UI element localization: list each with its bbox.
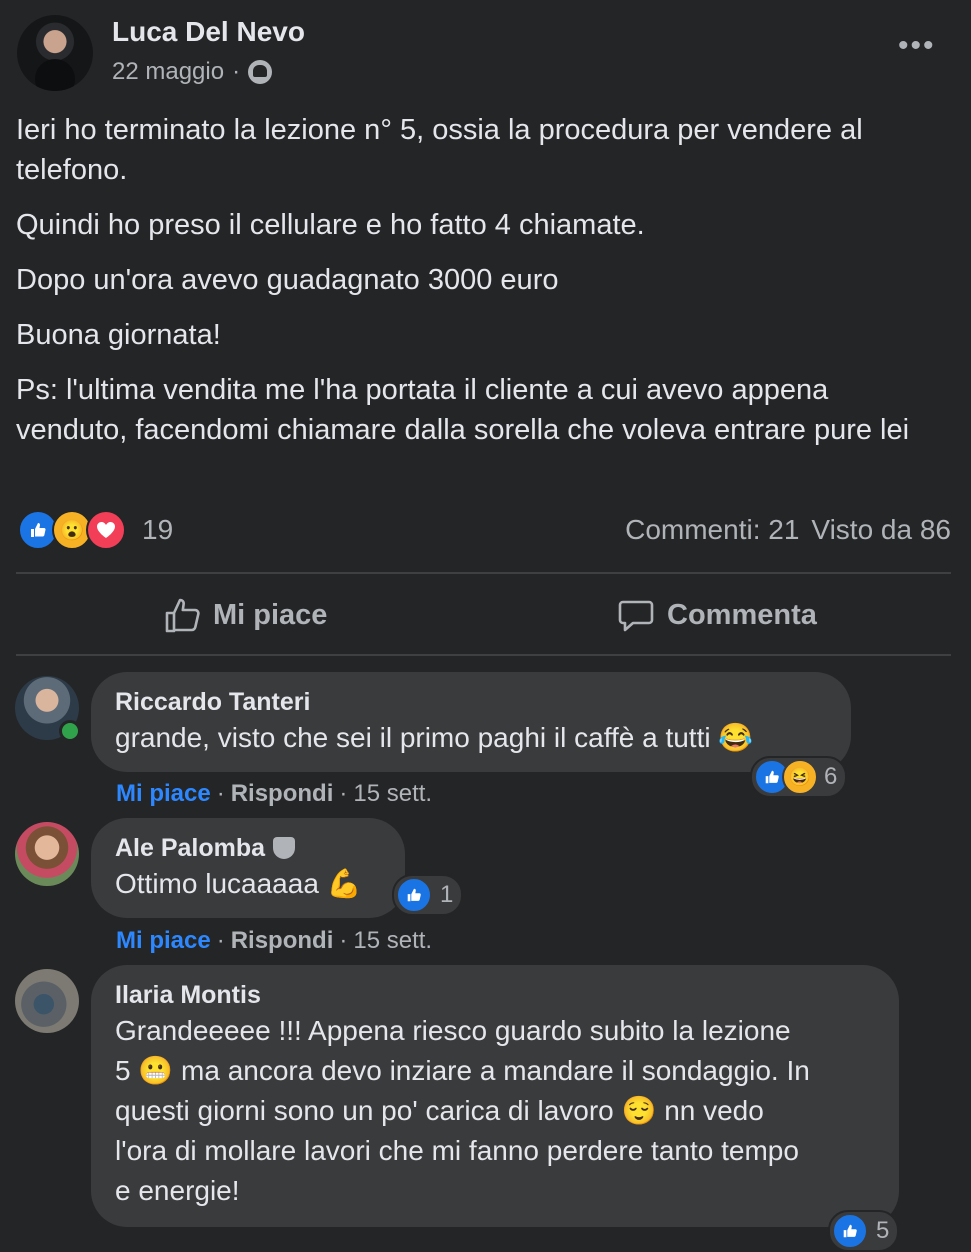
comment-text-content: nn vedo <box>664 1095 764 1126</box>
comment-bubble: Ale Palomba Ottimo lucaaaaa 💪 <box>91 818 405 918</box>
separator: · <box>339 780 348 807</box>
comment-line: l'ora di mollare lavori che mi fanno per… <box>115 1135 799 1166</box>
comment-button-label: Commenta <box>667 598 817 631</box>
commenter-avatar[interactable] <box>15 822 79 886</box>
comment-text-content: questi giorni sono un po' carica di lavo… <box>115 1095 614 1126</box>
comment-text: Ottimo lucaaaaa 💪 <box>115 864 381 904</box>
comment-reactions[interactable]: 5 <box>828 1210 900 1252</box>
comment-line: questi giorni sono un po' carica di lavo… <box>115 1091 875 1131</box>
comment-like-link[interactable]: Mi piace <box>116 780 211 808</box>
post-meta: 22 maggio · <box>112 58 273 86</box>
reaction-count: 19 <box>142 514 174 545</box>
commenter-name[interactable]: Ilaria Montis <box>115 979 875 1011</box>
comment-time[interactable]: 15 sett. <box>353 927 432 955</box>
commenter-name-row: Ale Palomba <box>115 832 381 864</box>
comment-bubble: Ilaria Montis Grandeeeee !!! Appena ries… <box>91 965 899 1227</box>
comment-actions: Mi piace · Rispondi · 15 sett. <box>116 780 432 808</box>
shield-badge-icon <box>273 837 296 859</box>
comment-text-content: grande, visto che sei il primo paghi il … <box>115 722 711 753</box>
post-header: Luca Del Nevo 22 maggio · ••• <box>0 0 971 100</box>
post-date[interactable]: 22 maggio <box>112 58 224 86</box>
like-button[interactable]: Mi piace <box>163 590 327 640</box>
comment-reply-link[interactable]: Rispondi <box>231 927 334 955</box>
like-reaction-icon <box>832 1213 868 1249</box>
comment-reactions[interactable]: 1 <box>392 874 464 916</box>
comment-text-content: ma ancora devo inziare a mandare il sond… <box>181 1055 810 1086</box>
comment-actions: Mi piace · Rispondi · 15 sett. <box>116 927 432 955</box>
divider <box>16 572 951 574</box>
comments-count[interactable]: Commenti: 21 <box>625 514 799 546</box>
group-audience-icon <box>248 60 273 84</box>
relieved-emoji: 😌 <box>621 1095 657 1126</box>
post-paragraph: Ieri ho terminato la lezione n° 5, ossia… <box>16 114 863 186</box>
commenter-name[interactable]: Riccardo Tanteri <box>115 686 827 718</box>
online-status-dot <box>59 720 81 742</box>
comment-line: 5 😬 ma ancora devo inziare a mandare il … <box>115 1051 875 1091</box>
like-reaction-icon <box>396 877 432 913</box>
comment-reaction-count: 6 <box>824 763 838 790</box>
post-paragraph: Ps: l'ultima vendita me l'ha portata il … <box>16 374 910 446</box>
divider <box>16 654 951 656</box>
comment-text-content: 5 <box>115 1055 131 1086</box>
laughing-emoji: 😂 <box>718 722 754 753</box>
thumbs-up-outline-icon <box>165 598 200 633</box>
comment-reply-link[interactable]: Rispondi <box>231 780 334 808</box>
comment-text-content: Ottimo lucaaaaa <box>115 868 319 899</box>
comment-time[interactable]: 15 sett. <box>353 780 432 808</box>
post-paragraph: Buona giornata! <box>16 319 221 351</box>
post-body: Ieri ho terminato la lezione n° 5, ossia… <box>16 110 946 465</box>
comment-reaction-count: 5 <box>876 1217 890 1244</box>
comment-line: e energie! <box>115 1175 240 1206</box>
separator: · <box>216 927 225 954</box>
comment-reaction-count: 1 <box>440 881 454 908</box>
love-reaction-icon <box>86 510 126 550</box>
haha-reaction-icon: 😆 <box>782 759 818 795</box>
comment-like-link[interactable]: Mi piace <box>116 927 211 955</box>
comment-icon <box>618 600 654 632</box>
comment-reactions[interactable]: 😆 6 <box>750 756 848 798</box>
seen-by-count[interactable]: Visto da 86 <box>811 514 951 546</box>
separator: · <box>216 780 225 807</box>
author-avatar[interactable] <box>17 15 93 91</box>
grimacing-emoji: 😬 <box>138 1055 174 1086</box>
meta-separator: · <box>232 58 241 85</box>
comment-text: Grandeeeee !!! Appena riesco guardo subi… <box>115 1011 875 1211</box>
comment-line: Grandeeeee !!! Appena riesco guardo subi… <box>115 1015 791 1046</box>
author-name[interactable]: Luca Del Nevo <box>112 16 305 48</box>
flexed-biceps-emoji: 💪 <box>326 868 362 899</box>
comment-button[interactable]: Commenta <box>617 590 817 640</box>
more-horizontal-icon[interactable]: ••• <box>898 31 936 61</box>
comment-bubble: Riccardo Tanteri grande, visto che sei i… <box>91 672 851 772</box>
commenter-avatar[interactable] <box>15 969 79 1033</box>
post-stats: Commenti: 21 Visto da 86 <box>625 514 951 546</box>
commenter-name[interactable]: Ale Palomba <box>115 832 265 864</box>
comment-text: grande, visto che sei il primo paghi il … <box>115 718 827 758</box>
reactions-summary[interactable]: 😮 19 <box>18 510 173 550</box>
post-paragraph: Quindi ho preso il cellulare e ho fatto … <box>16 209 645 241</box>
separator: · <box>339 927 348 954</box>
like-button-label: Mi piace <box>213 598 328 631</box>
post-paragraph: Dopo un'ora avevo guadagnato 3000 euro <box>16 264 559 296</box>
